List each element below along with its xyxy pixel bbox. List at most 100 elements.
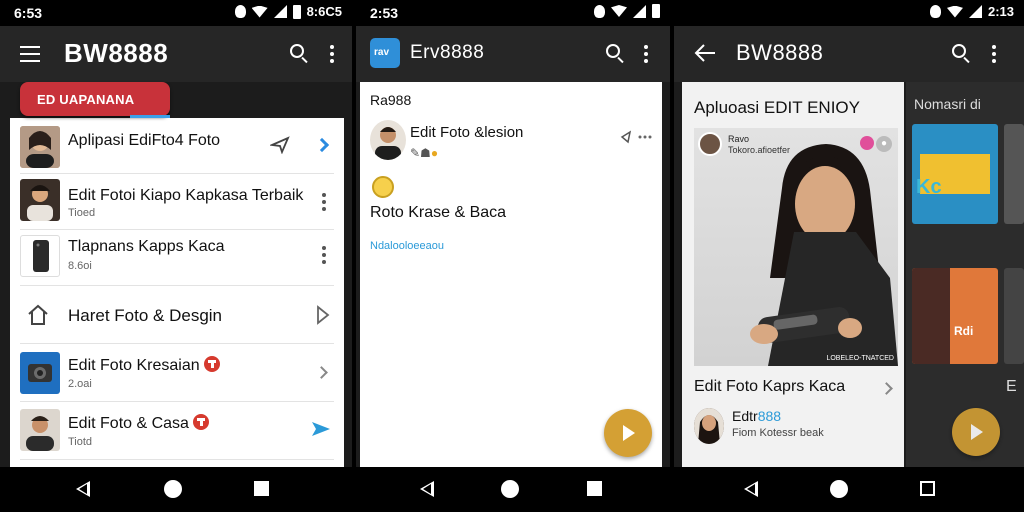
item-title[interactable]: Edit Foto Kaprs Kaca <box>694 378 845 396</box>
app-bar: rav Erv8888 <box>356 26 670 82</box>
home-button-icon[interactable] <box>830 480 848 498</box>
status-right-text: 8:6C5 <box>306 4 342 19</box>
share-more-icon[interactable] <box>620 130 654 144</box>
nav-bar <box>356 467 670 512</box>
app-title: BW8888 <box>64 38 169 68</box>
nav-bar <box>674 467 1024 512</box>
status-time: 2:13 <box>987 4 1014 19</box>
search-icon[interactable] <box>606 44 620 58</box>
back-icon[interactable] <box>420 481 434 497</box>
avatar <box>20 126 60 168</box>
home-button-icon[interactable] <box>164 480 182 498</box>
wifi-icon <box>251 5 268 18</box>
more-options-icon[interactable] <box>322 246 326 267</box>
avatar <box>698 132 722 156</box>
status-bar: 6:53 8:6C5 <box>0 0 352 26</box>
play-fab[interactable] <box>604 409 652 457</box>
more-options-icon[interactable] <box>992 45 996 63</box>
item-title: Edit Fotoi Kiapo Kapkasa Terbaik <box>68 187 304 204</box>
reactions-icon: ✎☗● <box>410 146 439 160</box>
play-fab[interactable] <box>952 408 1000 456</box>
item-subtitle: 2.oai <box>68 378 92 390</box>
side-letter: E <box>1006 378 1017 395</box>
phone-icon <box>20 235 60 277</box>
item-title: Edit Foto & Casa <box>68 414 209 433</box>
chevron-right-icon[interactable] <box>314 137 330 153</box>
app-bar: BW8888 <box>674 26 1024 82</box>
poster[interactable] <box>1004 124 1024 224</box>
back-arrow-icon[interactable] <box>694 43 716 63</box>
nav-bar <box>0 467 352 512</box>
badge-icon <box>203 356 220 372</box>
photo-tag: LOBELEO-TNATCED <box>826 355 894 362</box>
search-icon[interactable] <box>290 44 304 58</box>
list-item[interactable]: Haret Foto & Desgin <box>20 286 334 344</box>
signal-icon <box>968 5 982 18</box>
like-icon[interactable] <box>860 136 874 150</box>
list-item[interactable]: Aplipasi EdiFto4 Foto <box>20 122 334 174</box>
battery-icon <box>292 4 301 19</box>
app-bar: BW8888 <box>0 26 352 82</box>
post-title: Edit Foto &lesion <box>410 124 524 141</box>
item-title: Edit Foto Kresaian <box>68 356 220 375</box>
item-title: Haret Foto & Desgin <box>68 306 223 325</box>
more-options-icon[interactable] <box>644 45 648 63</box>
play-outline-icon[interactable] <box>316 305 330 325</box>
poster[interactable] <box>1004 268 1024 364</box>
battery-icon <box>652 4 660 18</box>
post-subtitle: Roto Krase & Baca <box>370 204 507 221</box>
app-title: BW8888 <box>736 40 824 65</box>
send-icon[interactable] <box>310 418 332 440</box>
back-icon[interactable] <box>76 481 90 497</box>
home-button-icon[interactable] <box>501 480 519 498</box>
recents-icon[interactable] <box>920 481 935 496</box>
poster-text: Rdi <box>954 324 974 338</box>
wifi-icon <box>946 5 963 18</box>
app-logo[interactable]: rav <box>370 38 400 68</box>
avatar <box>370 120 406 160</box>
more-options-icon[interactable] <box>330 45 334 63</box>
photo-user: Ravo <box>728 134 750 144</box>
share-icon[interactable] <box>270 136 290 154</box>
panel-title: Apluoasi EDIT ENIOY <box>694 98 860 117</box>
home-icon <box>28 304 48 325</box>
poster[interactable]: Rdi <box>912 268 998 364</box>
status-icons: 2:13 <box>929 4 1014 19</box>
side-title: Nomasri di <box>914 96 981 112</box>
status-time: 6:53 <box>14 5 43 21</box>
screen-list: 6:53 8:6C5 BW8888 Aplipasi EdiFto4 Foto <box>0 0 352 512</box>
author-avatar <box>694 408 724 444</box>
link-text[interactable]: Ndalooloeeaou <box>370 240 444 252</box>
signal-icon <box>273 5 287 18</box>
wifi-icon <box>611 5 627 17</box>
featured-photo[interactable]: Ravo Tokoro.afioetfer ● LOBELEO-TNATCED <box>694 128 898 366</box>
signal-icon <box>633 4 646 18</box>
list-item[interactable]: Edit Foto & Casa Tiotd <box>20 402 334 460</box>
author-subtitle: Fiom Kotessr beak <box>732 427 824 439</box>
chevron-right-icon[interactable] <box>880 382 893 395</box>
menu-icon[interactable] <box>20 46 40 62</box>
search-icon[interactable] <box>952 44 966 58</box>
recents-icon[interactable] <box>587 481 602 496</box>
list-item[interactable]: Tlapnans Kapps Kaca 8.6oi <box>20 230 334 286</box>
screen-post: 2:53 rav Erv8888 Ra988 Edit Foto &lesion… <box>356 0 670 512</box>
badge-icon <box>192 414 209 430</box>
photo-caption: Tokoro.afioetfer <box>728 145 791 155</box>
more-options-icon[interactable] <box>322 193 326 214</box>
list-item[interactable]: Edit Foto Kresaian 2.oai <box>20 344 334 402</box>
chevron-right-icon[interactable] <box>315 366 328 379</box>
app-thumbnail <box>20 352 60 394</box>
item-title: Tlapnans Kapps Kaca <box>68 238 225 255</box>
recents-icon[interactable] <box>254 481 269 496</box>
location-icon <box>929 5 941 18</box>
location-icon <box>594 4 605 18</box>
status-time: 2:53 <box>370 5 399 21</box>
poster[interactable]: Kc <box>912 124 998 224</box>
woman-photo <box>750 144 898 366</box>
list-item[interactable]: Edit Fotoi Kiapo Kapkasa Terbaik Tioed <box>20 174 334 230</box>
poster-text: Kc <box>916 176 942 198</box>
category-chip[interactable]: ED UAPANANA <box>20 82 170 116</box>
avatar <box>20 409 60 451</box>
more-icon[interactable]: ● <box>876 136 892 152</box>
back-icon[interactable] <box>744 481 758 497</box>
